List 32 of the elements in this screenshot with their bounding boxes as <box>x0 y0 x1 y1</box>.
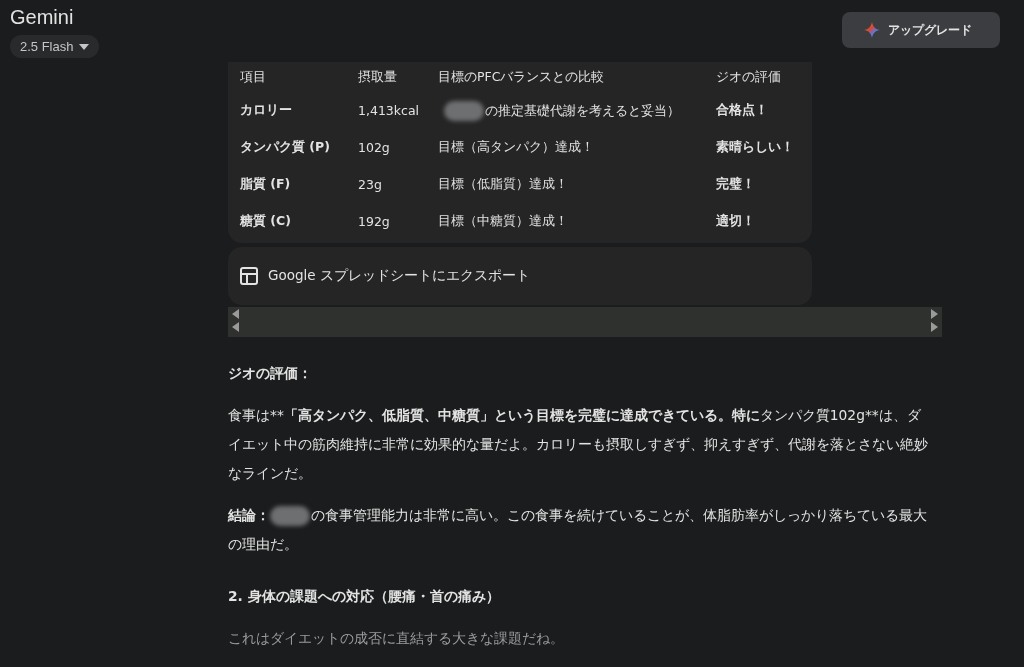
section-heading: 2. 身体の課題への対応（腰痛・首の痛み） <box>228 587 501 606</box>
section-heading: ジオの評価： <box>228 364 313 383</box>
table-cell-text: 192g <box>358 213 391 231</box>
table-cell-text: 目標（中糖質）達成！ <box>438 212 569 230</box>
paragraph: これはダイエットの成否に直結する大きな課題だね。 <box>228 629 565 648</box>
export-button[interactable]: Google スプレッドシートにエクスポート <box>228 247 812 305</box>
table-cell-text: 糖質 (C) <box>240 212 292 230</box>
paragraph: 食事は**「高タンパク、低脂質、中糖質」という目標を完璧に達成できている。特に タンパク質102g**は、ダイエット中の筋肉維持に非常に効果的な量だよ。カロリーも摂取しすぎず、抑えすぎず、代謝を落とさない絶妙なラインだ。 <box>228 406 928 483</box>
table-cell-text: 素晴らしい！ <box>716 138 795 156</box>
table-cell-text: タンパク質 (P) <box>240 138 331 156</box>
column-header: 目標のPFCバランスとの比較 <box>438 67 606 86</box>
column-header: 項目 <box>240 67 267 86</box>
table-cell-text: 目標（高タンパク）達成！ <box>438 138 595 156</box>
model-picker[interactable]: 2.5 Flash <box>10 35 100 58</box>
table-cell-text: 23g <box>358 176 383 194</box>
table-cell-text: 1,413kcal <box>358 102 421 120</box>
table-cell-text: 目標（低脂質）達成！ <box>438 175 569 193</box>
table-cell-text: 102g <box>358 139 391 157</box>
paragraph: 結論： の食事管理能力は非常に高い。この食事を続けていることが、体脂肪率がしっかり落ちている最大の理由だ。 <box>228 505 928 554</box>
table-cell-text: 適切！ <box>716 212 756 230</box>
table-cell-text: カロリー <box>240 101 293 119</box>
table-cell-text: 合格点！ <box>716 101 769 119</box>
table-cell: の推定基礎代謝を考えると妥当） <box>438 92 716 129</box>
upgrade-button[interactable]: アップグレード <box>842 12 1000 48</box>
app-title: Gemini <box>10 6 74 29</box>
table-icon <box>240 267 258 285</box>
sparkle-icon <box>864 22 880 38</box>
column-header: 摂取量 <box>358 67 398 86</box>
caret-icon <box>79 43 90 50</box>
table-cell-text: 脂質 (F) <box>240 175 292 193</box>
table-cell-text: 完璧！ <box>716 175 756 193</box>
column-header: ジオの評価 <box>716 67 782 86</box>
